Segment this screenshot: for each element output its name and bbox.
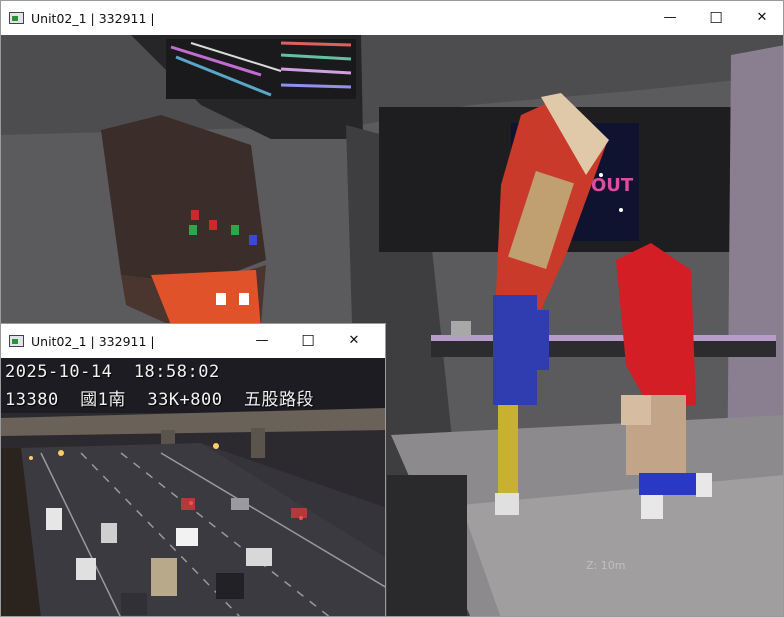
camera-close-button[interactable]: ✕ — [331, 333, 377, 348]
bookshelf — [166, 39, 356, 99]
poster-text: OUT — [591, 175, 634, 196]
window-title: Unit02_1 | 332911 | — [31, 11, 155, 26]
camera-window-titlebar[interactable]: Unit02_1 | 332911 | — ☐ ✕ — [1, 324, 385, 358]
camera-maximize-button[interactable]: ☐ — [285, 332, 331, 350]
character-left — [101, 115, 266, 330]
minimize-button[interactable]: — — [647, 10, 693, 25]
camera-window-title: Unit02_1 | 332911 | — [31, 334, 155, 349]
camera-minimize-button[interactable]: — — [239, 333, 285, 348]
camera-timestamp: 2025-10-14 18:58:02 — [5, 362, 220, 382]
close-button[interactable]: ✕ — [739, 10, 783, 25]
maximize-button[interactable]: ☐ — [693, 9, 739, 27]
camera-location: 13380 國1南 33K+800 五股路段 — [5, 390, 314, 410]
hud-readout: Z: 10m — [586, 559, 625, 572]
traffic-camera-feed: 2025-10-14 18:58:02 13380 國1南 33K+800 五股… — [1, 358, 385, 616]
camera-window: Unit02_1 | 332911 | — ☐ ✕ 2025-10-14 18:… — [0, 323, 386, 617]
camera-app-icon — [9, 335, 24, 347]
app-icon — [9, 12, 24, 24]
main-window-titlebar[interactable]: Unit02_1 | 332911 | — ☐ ✕ — [1, 1, 783, 35]
